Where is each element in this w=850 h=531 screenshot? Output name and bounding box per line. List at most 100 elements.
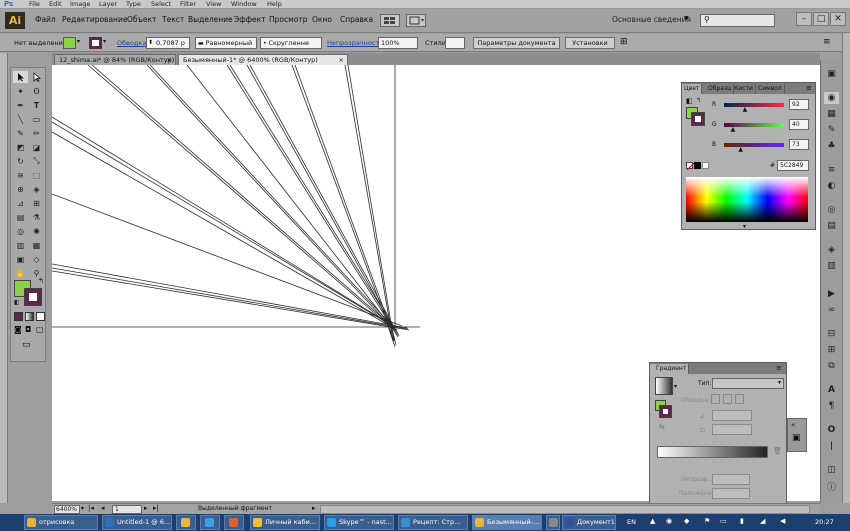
taskbar-item-5[interactable] — [224, 515, 244, 530]
stroke-icon[interactable]: ≡ — [824, 164, 839, 176]
ps-menu-select[interactable]: Select — [151, 0, 171, 9]
swap-colors-icon[interactable]: ↰ — [696, 97, 701, 104]
taskbar-item-4[interactable] — [200, 515, 220, 530]
tab-swatches[interactable]: Образц — [706, 84, 735, 94]
tray-expand-icon[interactable]: ▲ — [650, 517, 655, 525]
symbols-icon[interactable]: ♣ — [824, 140, 839, 152]
ps-menu-help[interactable]: Help — [267, 0, 282, 9]
workspace-switcher[interactable]: Основные сведения — [612, 15, 691, 24]
channel-b-field[interactable]: 73 — [789, 139, 809, 150]
rectangle-tool-icon[interactable]: ▭ — [29, 113, 44, 125]
links-icon[interactable]: ∞ — [824, 304, 839, 316]
gradient-panel-icon[interactable]: ▣ — [792, 433, 801, 443]
tab-document-2[interactable]: Безымянный-1* @ 6400% (RGB/Контур) × — [178, 54, 348, 65]
arrange-documents-button[interactable] — [406, 14, 426, 27]
blend-tool-icon[interactable]: ◎ — [13, 225, 28, 237]
artboard-tool-icon[interactable]: ▣ — [13, 253, 28, 265]
symbol-sprayer-tool-icon[interactable]: ✺ — [29, 225, 44, 237]
stroke-color-swatch[interactable] — [24, 288, 42, 306]
delete-stop-icon[interactable]: 🗑 — [773, 447, 782, 455]
tab-gradient[interactable]: Градиент — [650, 364, 690, 374]
shape-builder-tool-icon[interactable]: ⊕ — [13, 183, 28, 195]
expand-icon[interactable]: « — [791, 421, 795, 429]
channel-g-field[interactable]: 40 — [789, 119, 809, 130]
menu-view[interactable]: Просмотр — [269, 15, 308, 24]
glyphs-icon[interactable]: ǀ — [824, 440, 839, 452]
minimize-button[interactable]: – — [796, 12, 812, 26]
fill-swatch[interactable] — [63, 37, 76, 49]
angle-field[interactable] — [712, 410, 752, 421]
default-colors-icon[interactable]: ◧ — [14, 299, 20, 306]
slice-tool-icon[interactable]: ◇ — [29, 253, 44, 265]
selection-tool-icon[interactable] — [13, 71, 28, 83]
maximize-button[interactable]: □ — [813, 12, 829, 26]
chevron-down-icon[interactable]: ▼ — [684, 15, 689, 22]
bar-chart-tool-icon[interactable]: ▦ — [29, 239, 44, 251]
tab-symbols[interactable]: Символ — [756, 84, 785, 94]
tab-brushes[interactable]: Кисти — [732, 84, 756, 94]
menu-type[interactable]: Текст — [162, 15, 184, 24]
magic-wand-tool-icon[interactable]: ✦ — [13, 85, 28, 97]
ps-menu-type[interactable]: Type — [126, 0, 141, 9]
artboard-number-field[interactable]: 1 — [112, 505, 142, 514]
menu-object[interactable]: Объект — [127, 15, 156, 24]
variable-width-profile-select[interactable]: ▬ Равномерный — [195, 37, 257, 49]
rotate-tool-icon[interactable]: ↻ — [13, 155, 28, 167]
panel-stroke-swatch[interactable] — [691, 112, 705, 126]
taskbar-item-9[interactable]: Безымянный-... — [472, 515, 542, 530]
ps-menu-edit[interactable]: Edit — [49, 0, 62, 9]
next-artboard-icon[interactable]: ▸ — [144, 504, 148, 512]
white-swatch[interactable] — [702, 162, 709, 169]
ps-menu-view[interactable]: View — [206, 0, 221, 9]
taskbar-item-10[interactable] — [546, 515, 560, 530]
ps-menu-file[interactable]: File — [29, 0, 40, 9]
flag-icon[interactable]: ⚑ — [704, 517, 710, 525]
language-indicator[interactable]: EN — [627, 518, 636, 526]
zoom-field[interactable]: 6400% — [54, 505, 80, 514]
pen-tool-icon[interactable]: ✒ — [13, 99, 28, 111]
stroke-within-icon[interactable] — [711, 394, 720, 404]
navigator-icon[interactable]: ◫ — [824, 464, 839, 476]
perspective-grid-tool-icon[interactable]: ⊿ — [13, 197, 28, 209]
graphic-styles-icon[interactable]: ▤ — [824, 220, 839, 232]
type-tool-icon[interactable]: T — [29, 99, 44, 111]
pathfinder-icon[interactable]: ⧉ — [824, 360, 839, 372]
artboards-icon[interactable]: ▥ — [824, 260, 839, 272]
opacity-link[interactable]: Непрозрачность: — [327, 39, 385, 47]
ps-menu-window[interactable]: Window — [231, 0, 257, 9]
aspect-ratio-field[interactable] — [712, 424, 752, 435]
tab-document-1[interactable]: 12_shima.ai* @ 84% (RGB/Контур) × — [54, 54, 176, 65]
taskbar-item-7[interactable]: Skype™ - nast... — [324, 515, 394, 530]
tray-app-icon[interactable]: ◆ — [684, 517, 689, 525]
preferences-button[interactable]: Установки — [565, 37, 615, 49]
align-icon[interactable]: ⊟ — [824, 328, 839, 340]
chevron-down-icon[interactable]: ▾ — [81, 505, 84, 512]
gradient-type-select[interactable]: ▾ — [712, 378, 784, 389]
network-icon[interactable]: ▮ — [740, 517, 744, 525]
gradient-thumbnail[interactable] — [655, 377, 673, 395]
menu-effect[interactable]: Эффект — [234, 15, 266, 24]
appearance-icon[interactable]: ◎ — [824, 204, 839, 216]
tab-color[interactable]: Цвет — [682, 84, 703, 94]
transparency-icon[interactable]: ◐ — [824, 180, 839, 192]
color-panel-icon[interactable]: ◉ — [824, 92, 839, 104]
color-spectrum[interactable] — [686, 177, 808, 222]
close-button[interactable]: ✕ — [830, 12, 846, 26]
gradient-tool-icon[interactable]: ▤ — [13, 211, 28, 223]
menu-file[interactable]: Файл — [35, 15, 56, 24]
volume-icon[interactable]: ◀ — [780, 517, 785, 525]
chevron-down-icon[interactable]: ▾ — [103, 38, 106, 45]
first-artboard-icon[interactable]: |◂ — [88, 504, 94, 512]
gradient-mode-icon[interactable] — [25, 312, 34, 321]
slider-thumb-icon[interactable]: ▲ — [738, 146, 743, 153]
swap-colors-icon[interactable]: ↰ — [38, 277, 44, 285]
taskbar-item-8[interactable]: Рецепт: Стр... — [398, 515, 468, 530]
stroke-weight-field[interactable]: ⬍ 0,7087 p — [146, 37, 190, 49]
slider-thumb-icon[interactable]: ▲ — [731, 126, 736, 133]
channel-r-slider[interactable] — [724, 103, 784, 107]
channel-r-field[interactable]: 92 — [789, 99, 809, 110]
character-icon[interactable]: A — [824, 384, 839, 396]
taskbar-item-3[interactable] — [176, 515, 196, 530]
pencil-tool-icon[interactable]: ✏ — [29, 127, 44, 139]
prev-artboard-icon[interactable]: ◂ — [101, 504, 105, 512]
